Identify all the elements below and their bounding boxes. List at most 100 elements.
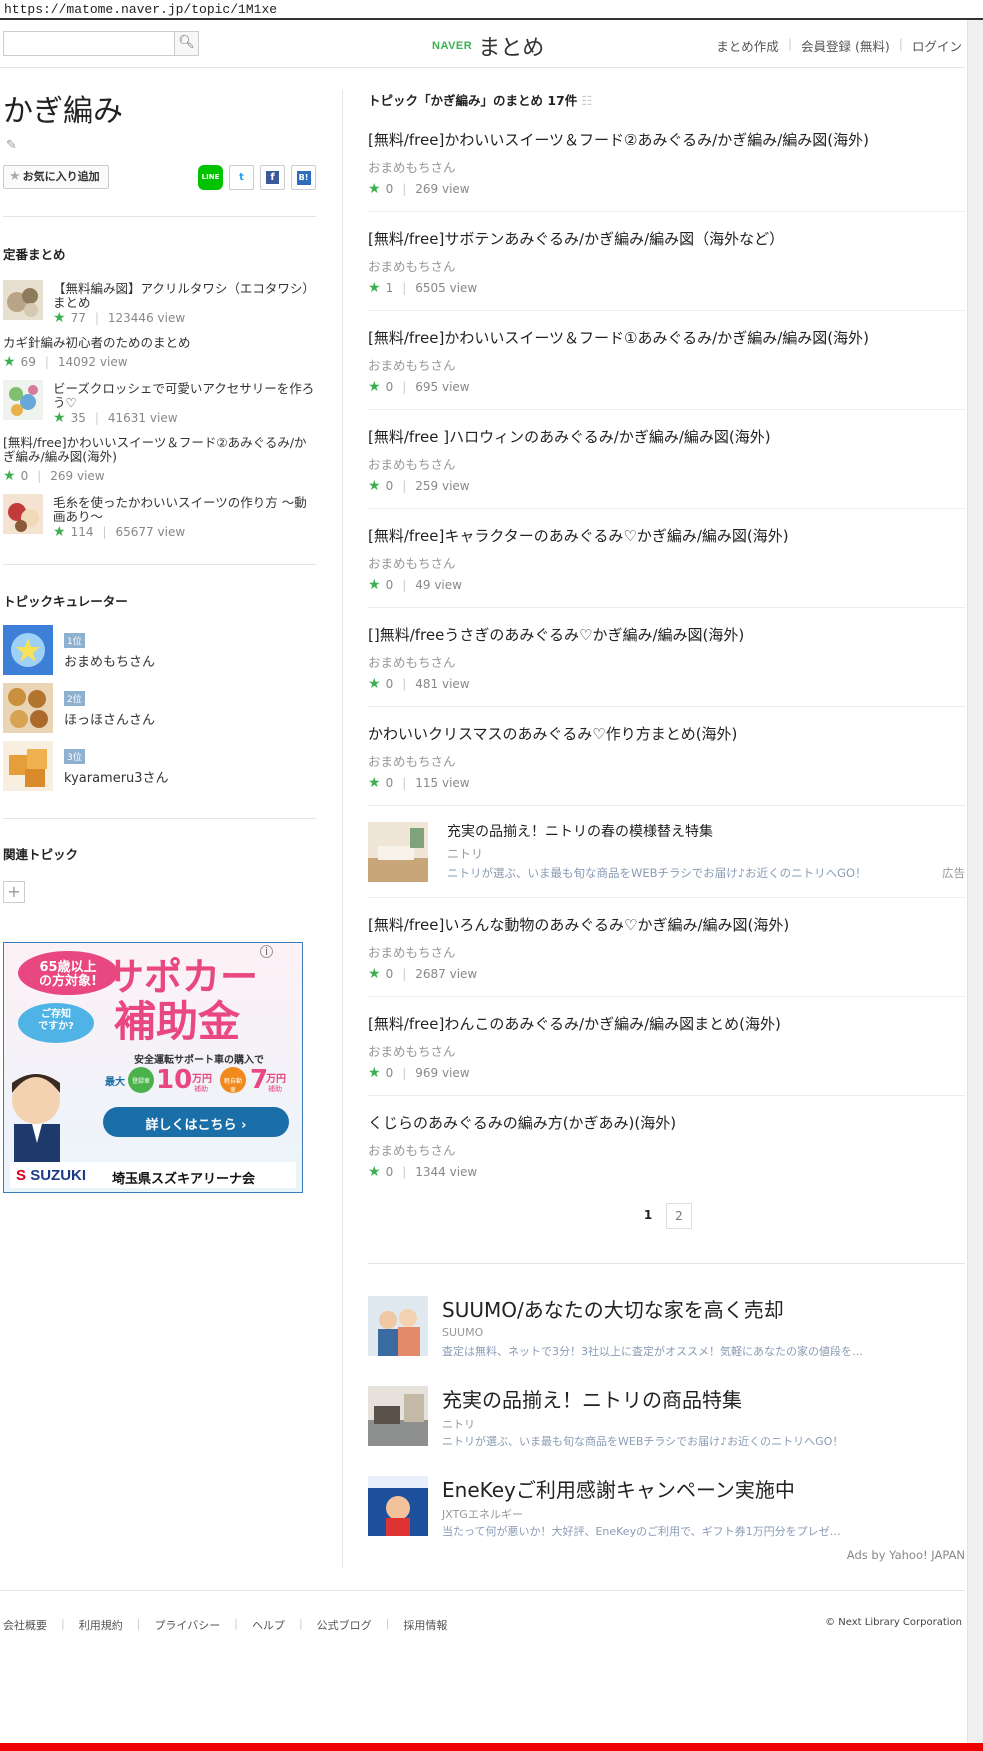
topic-count-heading: トピック「かぎ編み」のまとめ 17件 ☷: [368, 90, 592, 109]
article-author[interactable]: おまめもちさん: [368, 355, 456, 374]
search-button[interactable]: 🔍︎: [174, 32, 198, 55]
star-icon: ★: [368, 280, 381, 296]
article-item[interactable]: []無料/freeうさぎのあみぐるみ♡かぎ編み/編み図(海外) おまめもちさん …: [368, 608, 965, 707]
like-count: 77: [70, 311, 86, 325]
article-author[interactable]: おまめもちさん: [368, 751, 456, 770]
article-author[interactable]: おまめもちさん: [368, 942, 456, 961]
article-author[interactable]: おまめもちさん: [368, 1041, 456, 1060]
standard-item-title: 毛糸を使ったかわいいスイーツの作り方 〜動画あり〜: [53, 495, 307, 524]
article-item[interactable]: くじらのあみぐるみの編み方(かぎあみ)(海外) おまめもちさん ★ 0 | 1344 …: [368, 1096, 965, 1195]
sponsored-ad[interactable]: SUUMO/あなたの大切な家を高く売却 SUUMO 査定は無料、ネットで3分！3…: [368, 1296, 965, 1366]
article-title[interactable]: [無料/free]キャラクターのあみぐるみ♡かぎ編み/編み図(海外): [368, 525, 789, 546]
footer-link-careers[interactable]: 採用情報: [403, 1617, 447, 1633]
banner-question: ご存知 ですか?: [38, 1009, 74, 1032]
article-title[interactable]: [無料/free]サボテンあみぐるみ/かぎ編み/編み図（海外など）: [368, 228, 784, 249]
create-matome-link[interactable]: まとめ作成: [716, 36, 779, 55]
divider: |: [787, 36, 793, 51]
line-share-button[interactable]: LINE: [198, 165, 223, 190]
ad-title[interactable]: 充実の品揃え！ニトリの商品特集: [442, 1384, 742, 1413]
twitter-share-button[interactable]: t: [229, 165, 254, 190]
footer-link-company[interactable]: 会社概要: [3, 1617, 47, 1633]
adchoices-icon[interactable]: i: [260, 945, 273, 958]
divider: |: [61, 1617, 65, 1630]
vertical-scrollbar[interactable]: [967, 20, 983, 1745]
banner-cta-button[interactable]: 詳しくはこちら ›: [103, 1114, 289, 1133]
article-item[interactable]: [無料/free ]ハロウィンのあみぐるみ/かぎ編み/編み図(海外) おまめもち…: [368, 410, 965, 509]
ad-title[interactable]: 充実の品揃え！ニトリの春の模様替え特集: [447, 821, 713, 841]
add-favorite-button[interactable]: ★ お気に入り追加: [3, 165, 109, 189]
star-icon: ★: [3, 354, 16, 370]
standard-item[interactable]: 毛糸を使ったかわいいスイーツの作り方 〜動画あり〜 ★ 114 | 65677 vie…: [3, 494, 319, 540]
divider: |: [94, 411, 99, 425]
register-link[interactable]: 会員登録 (無料): [801, 36, 890, 55]
article-title[interactable]: くじらのあみぐるみの編み方(かぎあみ)(海外): [368, 1112, 676, 1133]
view-count: 6505 view: [415, 281, 478, 295]
footer-link-blog[interactable]: 公式ブログ: [317, 1617, 372, 1633]
article-item[interactable]: [無料/free]いろんな動物のあみぐるみ♡かぎ編み/編み図(海外) おまめもち…: [368, 898, 965, 997]
search-input[interactable]: [4, 32, 175, 55]
like-count: 0: [385, 182, 394, 196]
site-logo[interactable]: NAVER まとめ: [432, 31, 544, 61]
article-item[interactable]: かわいいクリスマスのあみぐるみ♡作り方まとめ(海外) おまめもちさん ★ 0 | 11…: [368, 707, 965, 806]
rss-icon[interactable]: ☷: [581, 93, 592, 108]
column-divider: [342, 90, 343, 1568]
article-item[interactable]: [無料/free]かわいいスイーツ＆フード①あみぐるみ/かぎ編み/編み図(海外)…: [368, 311, 965, 410]
article-author[interactable]: おまめもちさん: [368, 256, 456, 275]
article-author[interactable]: おまめもちさん: [368, 454, 456, 473]
ads-by-yahoo[interactable]: Ads by Yahoo! JAPAN: [847, 1548, 965, 1562]
article-author[interactable]: おまめもちさん: [368, 652, 456, 671]
curator-item[interactable]: 3位 kyarameru3さん: [3, 741, 303, 793]
standard-item[interactable]: カギ針編み初心者のためのまとめ ★ 69 | 14092 view: [3, 336, 319, 371]
facebook-share-button[interactable]: f: [260, 165, 285, 190]
article-title[interactable]: [無料/free]かわいいスイーツ＆フード②あみぐるみ/かぎ編み/編み図(海外): [368, 129, 869, 150]
curator-item[interactable]: 2位 ほっほさんさん: [3, 683, 303, 735]
hatena-share-button[interactable]: B!: [291, 165, 316, 190]
article-title[interactable]: [無料/free]かわいいスイーツ＆フード①あみぐるみ/かぎ編み/編み図(海外): [368, 327, 869, 348]
ad-label: 広告: [942, 866, 965, 880]
like-count: 0: [20, 469, 29, 483]
article-author[interactable]: おまめもちさん: [368, 553, 456, 572]
standard-item[interactable]: ビーズクロッシェで可愛いアクセサリーを作ろう♡ ★ 35 | 41631 view: [3, 380, 319, 426]
standard-item[interactable]: 【無料編み図】アクリルタワシ（エコタワシ）まとめ ★ 77 | 123446 view: [3, 280, 319, 326]
thumbnail-image: [3, 280, 43, 320]
article-item[interactable]: [無料/free]キャラクターのあみぐるみ♡かぎ編み/編み図(海外) おまめもち…: [368, 509, 965, 608]
standard-item[interactable]: [無料/free]かわいいスイーツ＆フード②あみぐるみ/かぎ編み/編み図(海外)…: [3, 436, 319, 485]
footer-link-help[interactable]: ヘルプ: [252, 1617, 285, 1633]
line-icon: LINE: [201, 173, 220, 181]
page-2-link[interactable]: 2: [666, 1203, 692, 1229]
like-count: 0: [385, 380, 394, 394]
article-item[interactable]: [無料/free]わんこのあみぐるみ/かぎ編み/編み図まとめ(海外) おまめもち…: [368, 997, 965, 1096]
article-item[interactable]: [無料/free]サボテンあみぐるみ/かぎ編み/編み図（海外など） おまめもちさ…: [368, 212, 965, 311]
sponsored-ad[interactable]: 充実の品揃え！ニトリの商品特集 ニトリ ニトリが選ぶ、いま最も旬な商品をWEBチ…: [368, 1386, 965, 1456]
header-links: まとめ作成 | 会員登録 (無料) | ログイン: [716, 36, 962, 55]
url-bar[interactable]: https://matome.naver.jp/topic/1M1xe: [0, 0, 983, 20]
ad-brand: SUUMO: [442, 1326, 484, 1339]
article-title[interactable]: [無料/free]いろんな動物のあみぐるみ♡かぎ編み/編み図(海外): [368, 914, 789, 935]
view-count: 1344 view: [415, 1165, 478, 1179]
footer-link-privacy[interactable]: プライバシー: [154, 1617, 220, 1633]
footer-links: 会社概要 | 利用規約 | プライバシー | ヘルプ | 公式ブログ | 採用情…: [3, 1617, 447, 1633]
ad-title[interactable]: SUUMO/あなたの大切な家を高く売却: [442, 1294, 784, 1323]
article-title[interactable]: [無料/free]わんこのあみぐるみ/かぎ編み/編み図まとめ(海外): [368, 1013, 781, 1034]
ad-title[interactable]: EneKeyご利用感謝キャンペーン実施中: [442, 1474, 795, 1503]
article-title[interactable]: [無料/free ]ハロウィンのあみぐるみ/かぎ編み/編み図(海外): [368, 426, 771, 447]
footer-link-terms[interactable]: 利用規約: [79, 1617, 123, 1633]
article-title[interactable]: かわいいクリスマスのあみぐるみ♡作り方まとめ(海外): [368, 723, 737, 744]
avatar: [3, 741, 53, 791]
suzuki-banner-ad[interactable]: i 65歳以上 の方対象! ご存知 ですか? サポカー 補助金 安全運転サポート…: [3, 942, 303, 1193]
inline-ad[interactable]: 充実の品揃え！ニトリの春の模様替え特集 ニトリ ニトリが選ぶ、いま最も旬な商品を…: [368, 806, 965, 898]
view-count: 49 view: [415, 578, 462, 592]
article-author[interactable]: おまめもちさん: [368, 157, 456, 176]
curator-item[interactable]: 1位 おまめもちさん: [3, 625, 303, 677]
add-related-topic-button[interactable]: +: [3, 881, 25, 903]
page-1-current: 1: [643, 1208, 653, 1222]
edit-pencil-icon[interactable]: ✎: [6, 138, 17, 153]
banner-unit-1: 万円: [192, 1074, 212, 1085]
article-title[interactable]: []無料/freeうさぎのあみぐるみ♡かぎ編み/編み図(海外): [368, 624, 744, 645]
article-author[interactable]: おまめもちさん: [368, 1140, 456, 1159]
divider: |: [402, 1066, 407, 1080]
sponsored-ad[interactable]: EneKeyご利用感謝キャンペーン実施中 JXTGエネルギー 当たって何が悪いか…: [368, 1476, 965, 1546]
divider: |: [44, 355, 49, 369]
article-item[interactable]: [無料/free]かわいいスイーツ＆フード②あみぐるみ/かぎ編み/編み図(海外)…: [368, 113, 965, 212]
login-link[interactable]: ログイン: [912, 36, 962, 55]
